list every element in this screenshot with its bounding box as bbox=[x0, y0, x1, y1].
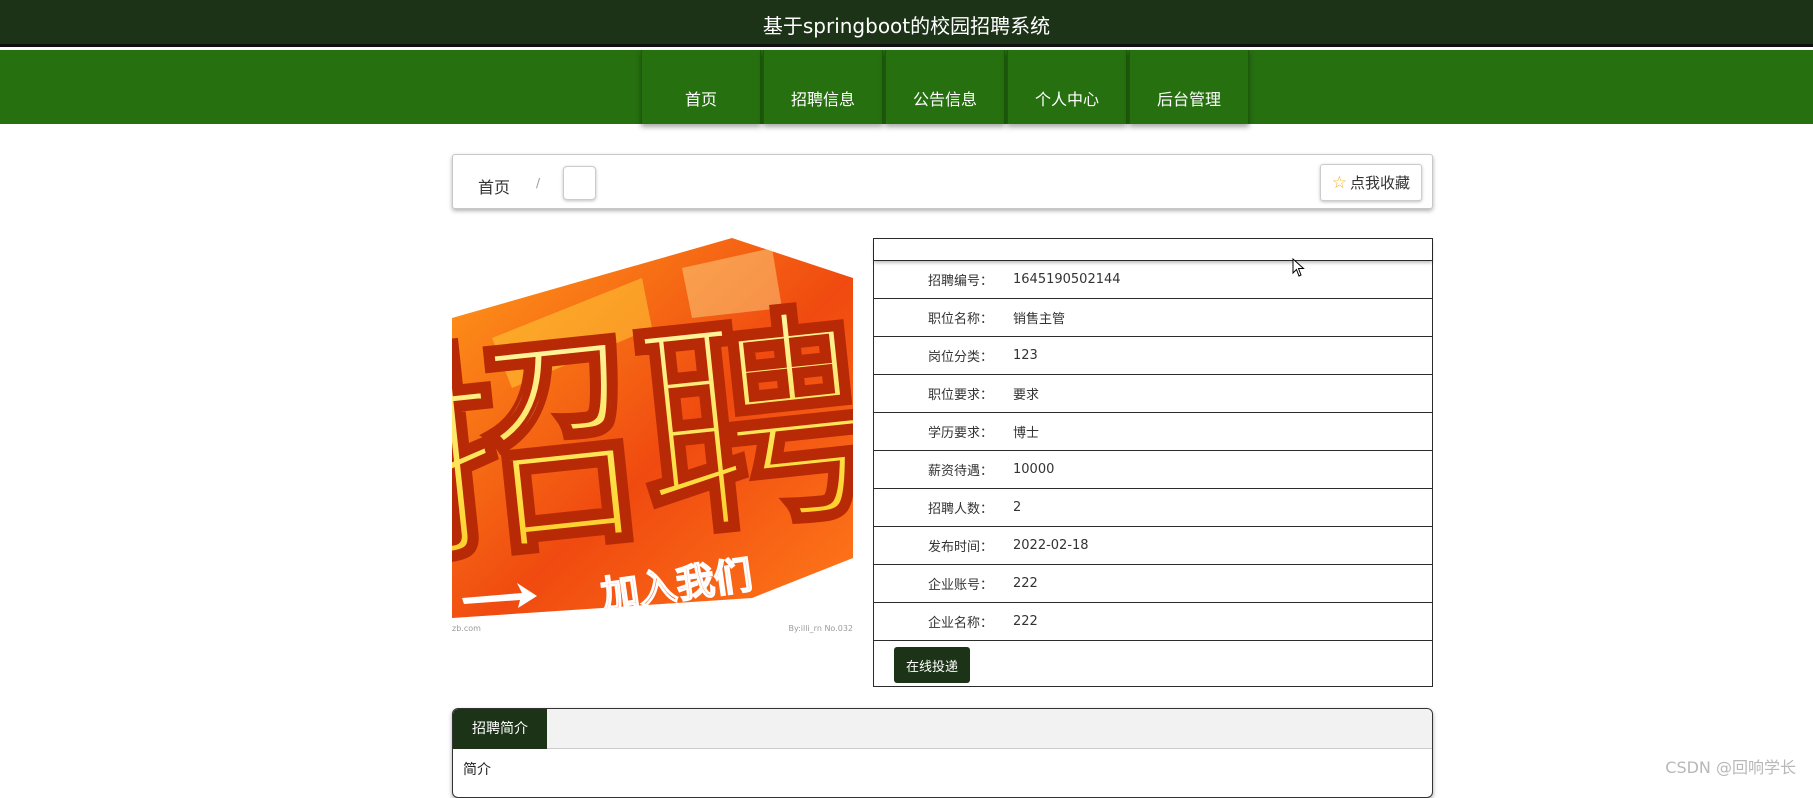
nav-item-personal-center[interactable]: 个人中心 bbox=[1007, 50, 1127, 124]
breadcrumb: 首页 / ☆ 点我收藏 bbox=[452, 154, 1433, 209]
mouse-cursor-icon bbox=[1292, 258, 1305, 277]
detail-label: 招聘编号： bbox=[927, 274, 993, 289]
main-nav: 首页 招聘信息 公告信息 个人中心 后台管理 bbox=[0, 50, 1813, 124]
detail-row-education: 学历要求： 博士 bbox=[874, 413, 1432, 451]
poster-credit-right: By:illi_rn No.032 bbox=[788, 624, 853, 633]
nav-item-home[interactable]: 首页 bbox=[641, 50, 761, 124]
tabs-header: 招聘简介 bbox=[453, 709, 1432, 749]
detail-label: 职位要求： bbox=[927, 388, 993, 403]
job-poster-image: 招聘 加入我们 zb.com By:illi_rn No.032 bbox=[452, 238, 853, 635]
detail-value: 123 bbox=[1013, 348, 1038, 363]
detail-label: 职位名称： bbox=[927, 312, 993, 327]
detail-row-position-name: 职位名称： 销售主管 bbox=[874, 299, 1432, 337]
detail-value: 要求 bbox=[1013, 388, 1040, 403]
poster-main-text: 招聘 bbox=[452, 283, 853, 597]
detail-label: 发布时间： bbox=[927, 540, 993, 555]
detail-label: 薪资待遇： bbox=[927, 464, 993, 479]
apply-online-button[interactable]: 在线投递 bbox=[894, 647, 970, 683]
detail-row-salary: 薪资待遇： 10000 bbox=[874, 451, 1432, 489]
job-intro-tabs: 招聘简介 简介 bbox=[452, 708, 1433, 798]
nav-item-admin[interactable]: 后台管理 bbox=[1129, 50, 1249, 124]
breadcrumb-separator: / bbox=[536, 176, 541, 190]
detail-value: 222 bbox=[1013, 614, 1038, 629]
tab-job-intro[interactable]: 招聘简介 bbox=[453, 709, 547, 749]
site-title: 基于springboot的校园招聘系统 bbox=[762, 14, 1051, 38]
detail-row-company-name: 企业名称： 222 bbox=[874, 603, 1432, 641]
nav-item-announcements[interactable]: 公告信息 bbox=[885, 50, 1005, 124]
poster-credit-left: zb.com bbox=[452, 624, 481, 633]
job-detail-panel: 招聘编号： 1645190502144 职位名称： 销售主管 岗位分类： 123… bbox=[873, 238, 1433, 687]
detail-label: 企业名称： bbox=[927, 616, 993, 631]
detail-value: 2022-02-18 bbox=[1013, 538, 1089, 553]
apply-area: 在线投递 bbox=[874, 641, 1432, 683]
detail-row-headcount: 招聘人数： 2 bbox=[874, 489, 1432, 527]
detail-row-job-id: 招聘编号： 1645190502144 bbox=[874, 261, 1432, 299]
breadcrumb-home-link[interactable]: 首页 bbox=[478, 174, 510, 198]
favorite-button[interactable]: ☆ 点我收藏 bbox=[1319, 164, 1422, 201]
detail-value: 222 bbox=[1013, 576, 1038, 591]
detail-row-publish-date: 发布时间： 2022-02-18 bbox=[874, 527, 1432, 565]
detail-value: 销售主管 bbox=[1013, 312, 1066, 327]
detail-label: 学历要求： bbox=[927, 426, 993, 441]
detail-panel-header bbox=[874, 239, 1432, 261]
site-header: 基于springboot的校园招聘系统 bbox=[0, 0, 1813, 47]
detail-row-company-account: 企业账号： 222 bbox=[874, 565, 1432, 603]
detail-label: 岗位分类： bbox=[927, 350, 993, 365]
favorite-button-label: 点我收藏 bbox=[1349, 174, 1410, 192]
detail-value: 博士 bbox=[1013, 426, 1040, 441]
breadcrumb-current-item[interactable] bbox=[563, 166, 596, 200]
detail-label: 招聘人数： bbox=[927, 502, 993, 517]
star-outline-icon: ☆ bbox=[1331, 172, 1347, 193]
nav-item-jobs[interactable]: 招聘信息 bbox=[763, 50, 883, 124]
detail-value: 10000 bbox=[1013, 462, 1055, 477]
detail-value: 2 bbox=[1013, 500, 1022, 515]
watermark: CSDN @回响学长 bbox=[1665, 758, 1796, 777]
detail-row-category: 岗位分类： 123 bbox=[874, 337, 1432, 375]
detail-value: 1645190502144 bbox=[1013, 272, 1121, 287]
tab-content: 简介 bbox=[463, 762, 491, 778]
detail-label: 企业账号： bbox=[927, 578, 993, 593]
detail-row-requirements: 职位要求： 要求 bbox=[874, 375, 1432, 413]
